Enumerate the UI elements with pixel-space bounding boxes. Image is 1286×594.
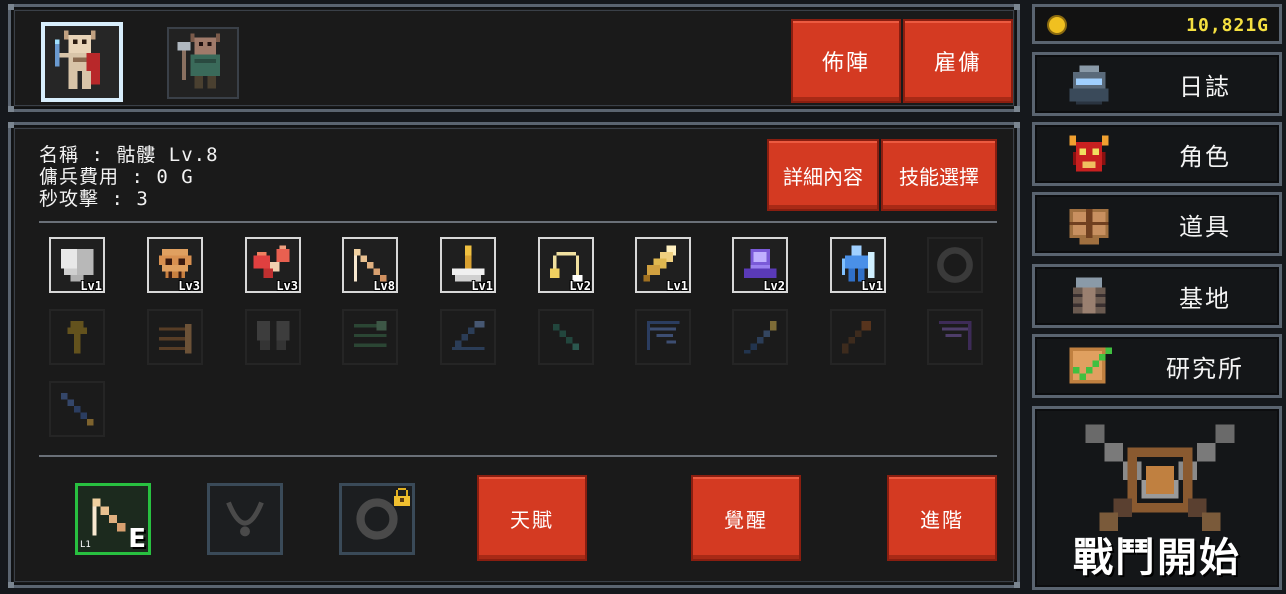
menu-label: 研究所	[1166, 354, 1244, 383]
attack-speed: 秒攻擊 : 3	[39, 188, 149, 210]
advance-button[interactable]: 進階	[887, 475, 997, 561]
menu-label: 日誌	[1179, 72, 1231, 101]
rivet	[8, 106, 14, 112]
hero-portrait-skeleton[interactable]	[41, 22, 123, 102]
rivet	[1014, 106, 1020, 112]
rivet	[1014, 122, 1020, 128]
rivet	[1014, 582, 1020, 588]
hire-cost: 傭兵費用 : 0 G	[39, 166, 194, 188]
green-arrows-icon	[353, 320, 387, 347]
equipped-badge: E	[128, 524, 146, 554]
crossbow-icon	[646, 320, 680, 350]
checkmark-icon	[1063, 341, 1115, 393]
locked-skill-purple-crossbow[interactable]	[927, 309, 983, 365]
blue-arrows-icon	[451, 320, 485, 350]
divider	[39, 221, 997, 223]
hire-button[interactable]: 雇傭	[903, 19, 1013, 103]
gold-display: 10,821G	[1032, 4, 1282, 44]
locked-skill-blue-ice-arrow[interactable]	[49, 381, 105, 437]
gold-amount: 10,821G	[1186, 15, 1269, 36]
start-battle-button[interactable]: 戰鬥開始	[1032, 406, 1282, 590]
broken-shield-icon	[256, 320, 290, 350]
skill-arc-arrow[interactable]: Lv2	[538, 237, 594, 293]
helmet-icon	[1063, 59, 1115, 111]
necklace-icon	[226, 501, 264, 537]
skill-bow[interactable]: Lv8	[342, 237, 398, 293]
equip-slot-ring[interactable]	[339, 483, 415, 555]
locked-skill-torch[interactable]	[830, 309, 886, 365]
skill-level: Lv2	[569, 279, 591, 293]
equip-slot-necklace[interactable]	[207, 483, 283, 555]
blue-arrow-icon	[743, 320, 777, 354]
skeleton-hero-icon	[55, 30, 100, 89]
menu-label: 基地	[1179, 284, 1231, 313]
skill-level: Lv3	[276, 279, 298, 293]
equip-slot-weapon[interactable]: L1 E	[75, 483, 151, 555]
demon-mask-icon	[1063, 129, 1115, 181]
menu-base[interactable]: 基地	[1032, 264, 1282, 328]
blue-ice-arrow-icon	[60, 392, 94, 426]
skill-level: Lv1	[80, 279, 102, 293]
locked-skill-blue-arrows[interactable]	[440, 309, 496, 365]
character-name: 名稱 : 骷髏 Lv.8	[39, 144, 219, 166]
skill-level: Lv1	[666, 279, 688, 293]
formation-button[interactable]: 佈陣	[791, 19, 901, 103]
arrow-volley-icon	[158, 324, 192, 354]
skill-level: Lv8	[373, 279, 395, 293]
up-arrow-icon	[67, 320, 87, 354]
gold-coin-icon	[1047, 15, 1067, 35]
hero-portrait-goblin[interactable]	[167, 27, 239, 99]
skill-select-button[interactable]: 技能選擇	[881, 139, 997, 211]
rivet	[1014, 4, 1020, 10]
skill-level: Lv1	[861, 279, 883, 293]
menu-items[interactable]: 道具	[1032, 192, 1282, 256]
character-detail-panel: 名稱 : 骷髏 Lv.8 傭兵費用 : 0 G 秒攻擊 : 3 詳細內容 技能選…	[8, 122, 1020, 588]
skill-purple-orb[interactable]: Lv2	[732, 237, 788, 293]
shield-chest-icon	[1063, 199, 1115, 251]
skill-shield[interactable]: Lv1	[49, 237, 105, 293]
skill-skull[interactable]: Lv3	[147, 237, 203, 293]
rivet	[8, 122, 14, 128]
menu-label: 角色	[1179, 142, 1231, 171]
menu-lab[interactable]: 研究所	[1032, 334, 1282, 398]
details-button[interactable]: 詳細內容	[767, 139, 879, 211]
torch-icon	[841, 320, 871, 354]
locked-skill-green-arrows[interactable]	[342, 309, 398, 365]
locked-skill-snake-bow[interactable]	[538, 309, 594, 365]
talent-button[interactable]: 天賦	[477, 475, 587, 561]
menu-character[interactable]: 角色	[1032, 122, 1282, 186]
menu-label: 道具	[1179, 212, 1231, 241]
skill-level: Lv1	[471, 279, 493, 293]
locked-skill-blue-arrow[interactable]	[732, 309, 788, 365]
skill-level: Lv2	[763, 279, 785, 293]
rivet	[8, 582, 14, 588]
equip-level: L1	[80, 540, 91, 550]
locked-skill-broken-shield[interactable]	[245, 309, 301, 365]
locked-skill-crossbow[interactable]	[635, 309, 691, 365]
skill-level: Lv3	[178, 279, 200, 293]
locked-skill-arrow-volley[interactable]	[147, 309, 203, 365]
locked-skill-ring[interactable]	[927, 237, 983, 293]
ring-icon	[937, 247, 973, 283]
purple-crossbow-icon	[938, 320, 972, 350]
divider	[39, 455, 997, 457]
awaken-button[interactable]: 覺醒	[691, 475, 801, 561]
locked-skill-up-arrow[interactable]	[49, 309, 105, 365]
hero-select-panel: 佈陣 雇傭	[8, 4, 1020, 112]
start-battle-label: 戰鬥開始	[1073, 535, 1241, 581]
lock-icon	[394, 488, 410, 506]
skill-meat[interactable]: Lv3	[245, 237, 301, 293]
skill-blue-spirit[interactable]: Lv1	[830, 237, 886, 293]
menu-journal[interactable]: 日誌	[1032, 52, 1282, 116]
skill-feather[interactable]: Lv1	[635, 237, 691, 293]
rivet	[8, 4, 14, 10]
snake-bow-icon	[553, 324, 579, 350]
goblin-axe-hero-icon	[177, 33, 220, 89]
barrel-base-icon	[1063, 271, 1115, 323]
skill-trophy[interactable]: Lv1	[440, 237, 496, 293]
